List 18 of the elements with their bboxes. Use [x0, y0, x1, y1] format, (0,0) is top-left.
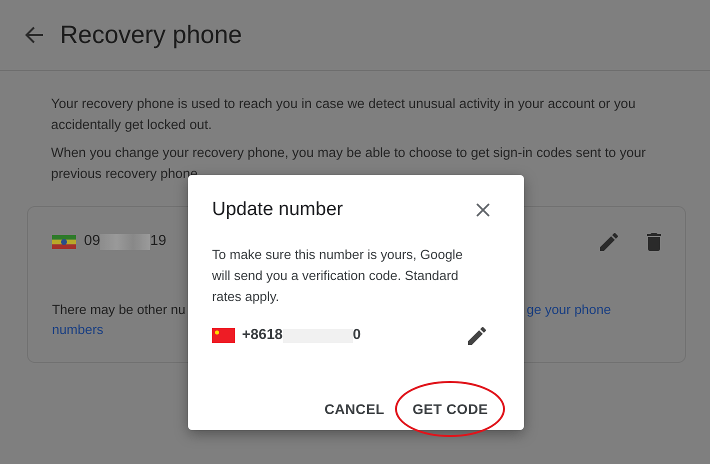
delete-icon[interactable] — [647, 233, 661, 251]
redaction-blur — [100, 234, 150, 250]
intro-text: Your recovery phone is used to reach you in case we detect unusual activity in your account or you accidentally get locked out. — [51, 95, 637, 134]
edit-icon[interactable] — [468, 326, 486, 345]
flag-icon — [52, 235, 76, 249]
phone-number-end: 19 — [150, 232, 166, 252]
dialog-message: To make sure this number is yours, Google will send you a verification code. Standard rates apply. — [212, 246, 464, 306]
cancel-button[interactable]: CANCEL — [320, 390, 388, 428]
phone-number: +8618 — [242, 326, 283, 345]
get-code-button[interactable]: GET CODE — [408, 390, 492, 428]
dialog-title: Update number — [212, 199, 343, 222]
page-title: Recovery phone — [60, 20, 242, 50]
flag-icon — [212, 328, 235, 344]
back-arrow-icon[interactable] — [24, 26, 44, 44]
phone-number: 09 — [84, 232, 100, 252]
note-text: There may be other nu — [52, 301, 186, 319]
close-icon[interactable] — [476, 203, 490, 218]
phone-number-end: 0 — [352, 326, 361, 345]
